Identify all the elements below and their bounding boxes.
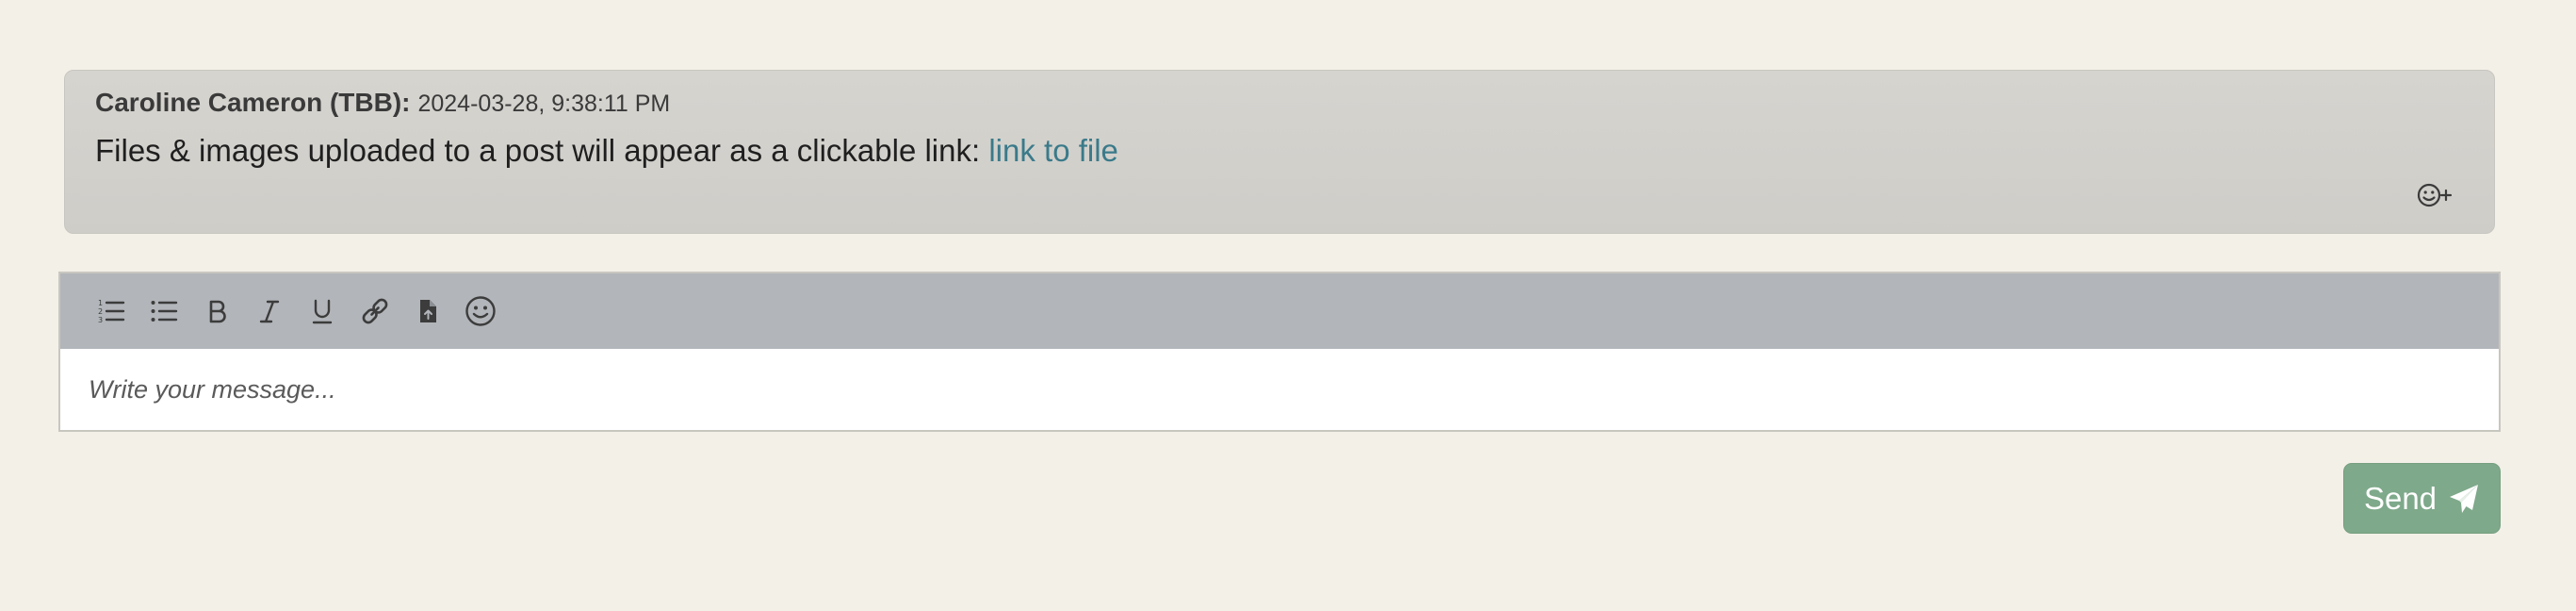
svg-text:2: 2 (98, 307, 103, 316)
svg-text:3: 3 (98, 316, 103, 324)
message-text: Files & images uploaded to a post will a… (95, 133, 989, 168)
message-author: Caroline Cameron (TBB): (95, 88, 411, 117)
link-icon (362, 298, 388, 324)
paper-plane-icon (2450, 484, 2479, 513)
message-editor: 1 2 3 (58, 272, 2501, 432)
emoji-button[interactable] (454, 285, 507, 338)
file-upload-button[interactable] (401, 285, 454, 338)
message-input[interactable] (60, 349, 2499, 430)
bold-icon (209, 300, 226, 323)
underline-icon (312, 299, 333, 324)
message-card: Caroline Cameron (TBB): 2024-03-28, 9:38… (64, 70, 2495, 234)
link-button[interactable] (349, 285, 401, 338)
emoji-icon (465, 296, 496, 326)
message-body: Files & images uploaded to a post will a… (95, 133, 2464, 169)
italic-button[interactable] (243, 285, 296, 338)
file-upload-icon (420, 300, 436, 322)
italic-icon (259, 300, 280, 323)
bullet-list-button[interactable] (138, 285, 190, 338)
editor-toolbar: 1 2 3 (60, 273, 2499, 349)
message-timestamp: 2024-03-28, 9:38:11 PM (417, 91, 671, 117)
send-button[interactable]: Send (2343, 463, 2501, 534)
ordered-list-button[interactable]: 1 2 3 (85, 285, 138, 338)
add-reaction-icon (2417, 183, 2453, 207)
message-header: Caroline Cameron (TBB): 2024-03-28, 9:38… (95, 88, 2464, 118)
file-link[interactable]: link to file (988, 133, 1118, 168)
ordered-list-icon: 1 2 3 (98, 299, 125, 324)
bullet-list-icon (151, 301, 178, 322)
add-reaction-button[interactable] (2415, 178, 2456, 212)
send-label: Send (2363, 480, 2437, 516)
svg-text:1: 1 (98, 299, 103, 307)
underline-button[interactable] (296, 285, 349, 338)
bold-button[interactable] (190, 285, 243, 338)
